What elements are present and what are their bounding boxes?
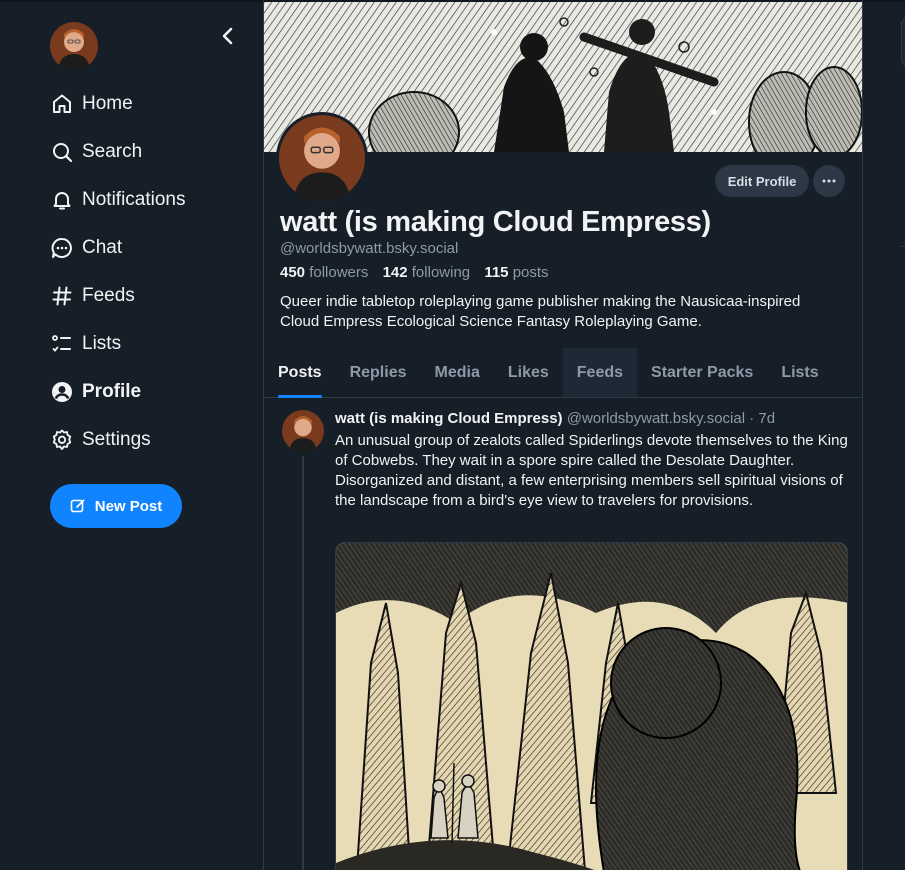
sidebar-item-settings[interactable]: Settings: [50, 420, 240, 460]
sidebar-item-label: Chat: [82, 237, 123, 258]
sidebar-item-profile[interactable]: Profile: [50, 372, 240, 412]
avatar-image-icon: [50, 22, 98, 70]
tab-label: Lists: [781, 363, 819, 381]
bio-line: Cloud Empress Ecological Science Fantasy…: [280, 313, 702, 330]
search-icon: [53, 143, 73, 163]
sidebar-item-label: Lists: [82, 333, 122, 354]
avatar-image-icon: [282, 410, 324, 452]
profile-stats: 450 followers 142 following 115 posts: [280, 264, 559, 281]
tab-starter-packs[interactable]: Starter Packs: [637, 348, 767, 397]
avatar-image-icon: [279, 115, 365, 201]
post-image[interactable]: [335, 542, 848, 870]
bio-line: Queer indie tabletop roleplaying game pu…: [280, 293, 801, 310]
posts-stat: 115 posts: [484, 264, 548, 281]
post-header: watt (is making Cloud Empress) @worldsby…: [335, 410, 775, 427]
posts-count: 115: [484, 264, 509, 281]
profile-handle: @worldsbywatt.bsky.social: [280, 240, 459, 257]
bell-icon: [53, 192, 71, 210]
following-stat[interactable]: 142 following: [383, 264, 471, 281]
posts-label: posts: [512, 264, 549, 281]
feed-post[interactable]: watt (is making Cloud Empress) @worldsby…: [264, 398, 862, 870]
following-label: following: [411, 264, 471, 281]
following-count: 142: [382, 264, 408, 281]
sidebar-item-search[interactable]: Search: [50, 132, 240, 172]
sidebar-item-label: Notifications: [82, 189, 186, 210]
post-text: An unusual group of zealots called Spide…: [335, 432, 848, 509]
tab-likes[interactable]: Likes: [494, 348, 563, 397]
sidebar-item-home[interactable]: Home: [50, 84, 240, 124]
home-icon: [53, 94, 71, 113]
post-author-avatar[interactable]: [282, 410, 324, 452]
thread-connector-line: [302, 456, 304, 870]
tab-label: Likes: [507, 363, 549, 381]
hash-icon: [52, 286, 72, 306]
tab-lists[interactable]: Lists: [767, 348, 832, 397]
user-circle-icon: [52, 382, 72, 402]
collapse-sidebar-button[interactable]: [214, 22, 242, 50]
chat-bubble-icon: [51, 238, 72, 258]
profile-avatar[interactable]: [276, 112, 368, 204]
post-timestamp[interactable]: 7d: [758, 410, 775, 427]
sidebar-item-label: Search: [82, 141, 143, 162]
new-post-button[interactable]: New Post: [50, 484, 182, 528]
right-column-card: [901, 18, 905, 66]
tab-feeds[interactable]: Feeds: [562, 348, 638, 397]
tab-replies[interactable]: Replies: [336, 348, 421, 397]
tab-label: Replies: [349, 363, 407, 381]
tab-label: Posts: [278, 363, 322, 381]
tab-label: Starter Packs: [651, 363, 754, 381]
sidebar-item-chat[interactable]: Chat: [50, 228, 240, 268]
right-column-edge: [863, 0, 905, 870]
chevron-left-icon: [222, 27, 233, 45]
tab-label: Feeds: [576, 363, 624, 381]
post-author-handle[interactable]: @worldsbywatt.bsky.social: [567, 410, 745, 427]
post-separator: ·: [749, 410, 755, 427]
profile-more-options-button[interactable]: [813, 165, 845, 197]
followers-count: 450: [280, 264, 306, 281]
current-user-avatar[interactable]: [50, 22, 98, 70]
post-author-name[interactable]: watt (is making Cloud Empress): [335, 410, 563, 427]
sidebar-item-lists[interactable]: Lists: [50, 324, 240, 364]
sidebar-item-label: Feeds: [82, 285, 135, 306]
cave-illustration-icon: [336, 543, 847, 870]
tab-media[interactable]: Media: [421, 348, 494, 397]
profile-display-name: watt (is making Cloud Empress): [280, 206, 711, 238]
app-window: Home Search Notifications Chat Feeds Lis…: [0, 0, 905, 870]
sidebar-item-label: Home: [82, 93, 133, 114]
right-column-divider: [901, 246, 905, 247]
tab-label: Media: [434, 363, 480, 381]
left-sidebar: Home Search Notifications Chat Feeds Lis…: [0, 0, 263, 870]
edit-profile-button[interactable]: Edit Profile: [715, 165, 809, 197]
compose-icon: [70, 499, 85, 513]
profile-tabs: Posts Replies Media Likes Feeds Starter …: [264, 348, 862, 398]
sidebar-item-feeds[interactable]: Feeds: [50, 276, 240, 316]
new-post-label: New Post: [94, 497, 163, 515]
list-icon: [52, 335, 71, 352]
followers-label: followers: [309, 264, 369, 281]
followers-stat[interactable]: 450 followers: [280, 264, 368, 281]
profile-main-column: Edit Profile watt (is making Cloud Empre…: [263, 0, 863, 870]
ellipsis-icon: [822, 179, 836, 183]
tab-posts[interactable]: Posts: [264, 348, 336, 398]
gear-icon: [52, 429, 72, 450]
sidebar-item-label: Profile: [82, 381, 142, 402]
sidebar-item-notifications[interactable]: Notifications: [50, 180, 240, 220]
sidebar-item-label: Settings: [82, 429, 151, 450]
profile-bio: Queer indie tabletop roleplaying game pu…: [280, 292, 850, 332]
